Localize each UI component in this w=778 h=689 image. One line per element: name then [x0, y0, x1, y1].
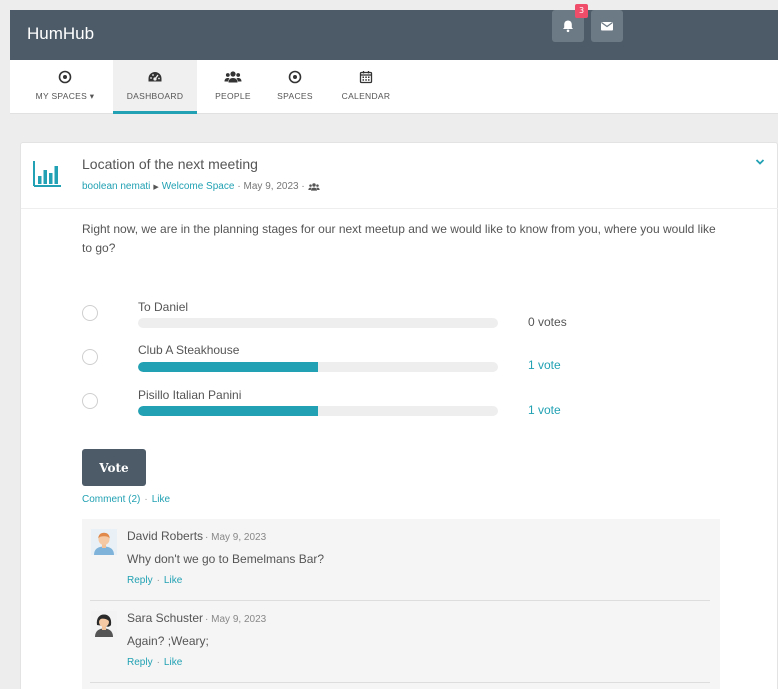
poll-option-label-2: Club A Steakhouse: [138, 343, 240, 357]
poll-option-votes-3[interactable]: 1 vote: [528, 403, 561, 417]
post-date: · May 9, 2023 ·: [237, 181, 305, 192]
comment-author-link[interactable]: Sara Schuster: [127, 611, 203, 625]
nav-dashboard[interactable]: DASHBOARD: [113, 60, 197, 114]
comment-author-link[interactable]: David Roberts: [127, 529, 203, 543]
like-link[interactable]: Like: [152, 494, 170, 505]
dot-circle-icon: [58, 70, 72, 84]
avatar[interactable]: [91, 529, 117, 555]
post-title[interactable]: Location of the next meeting: [82, 156, 258, 172]
post-header: Location of the next meeting boolean nem…: [21, 143, 778, 209]
poll-chart-icon: [33, 161, 61, 187]
messages-button[interactable]: [591, 10, 623, 42]
nav-calendar-label: CALENDAR: [341, 91, 391, 101]
comment-item: Sara Schuster · May 9, 2023 Again? ;Weary…: [82, 601, 720, 681]
comment-divider: [90, 682, 710, 683]
post-meta: boolean nemati ▶ Welcome Space · May 9, …: [82, 181, 320, 192]
comment-text: Why don't we go to Bemelmans Bar?: [127, 552, 325, 566]
envelope-icon: [601, 22, 613, 31]
poll-option-fill: [138, 362, 318, 372]
nav-dashboard-label: DASHBOARD: [126, 91, 184, 101]
nav-spaces[interactable]: SPACES: [266, 60, 324, 114]
vote-button[interactable]: Vote: [82, 449, 146, 486]
comment-actions: Reply · Like: [127, 657, 182, 668]
nav-calendar[interactable]: CALENDAR: [332, 60, 400, 114]
post-author-link[interactable]: boolean nemati: [82, 181, 150, 192]
caret-right-icon: ▶: [153, 183, 159, 191]
comment-text: Again? ;Weary;: [127, 634, 209, 648]
nav-my-spaces-label: MY SPACES: [35, 91, 88, 101]
post-description: Right now, we are in the planning stages…: [82, 222, 716, 255]
comment-like-link[interactable]: Like: [164, 575, 182, 586]
poll-option-radio-2[interactable]: [82, 349, 98, 365]
comment-author: Sara Schuster · May 9, 2023: [127, 611, 266, 625]
poll-option-votes-1: 0 votes: [528, 315, 567, 329]
poll-option-bar-3: [138, 406, 498, 416]
comment-date: · May 9, 2023: [205, 532, 267, 543]
nav-my-spaces[interactable]: MY SPACES ▾: [22, 60, 108, 114]
poll-option-radio-3[interactable]: [82, 393, 98, 409]
comment-link[interactable]: Comment (2): [82, 494, 140, 505]
dashboard-icon: [148, 72, 162, 82]
poll-option-bar-2: [138, 362, 498, 372]
reply-link[interactable]: Reply: [127, 575, 153, 586]
comments-section: David Roberts · May 9, 2023 Why don't we …: [82, 519, 720, 689]
people-visibility-icon: [308, 182, 320, 191]
comment-date: · May 9, 2023: [205, 614, 267, 625]
bell-icon: [563, 20, 573, 33]
main-nav: MY SPACES ▾ DASHBOARD PEOPLE SPACES CALE…: [10, 60, 778, 114]
dot-circle-icon: [288, 70, 302, 84]
comment-item: David Roberts · May 9, 2023 Why don't we …: [82, 519, 720, 599]
comment-author: David Roberts · May 9, 2023: [127, 529, 266, 543]
separator: ·: [144, 494, 148, 505]
brand-title[interactable]: HumHub: [27, 24, 94, 44]
top-bar: HumHub: [10, 10, 778, 60]
post-space-link[interactable]: Welcome Space: [162, 181, 235, 192]
calendar-icon: [359, 71, 373, 84]
separator: ·: [156, 575, 160, 586]
poll-post-card: Location of the next meeting boolean nem…: [20, 142, 778, 689]
notification-count-badge: 3: [575, 4, 588, 18]
poll-option-fill: [138, 406, 318, 416]
people-icon: [224, 71, 242, 83]
nav-spaces-label: SPACES: [277, 91, 313, 101]
poll-option-label-1: To Daniel: [138, 300, 189, 314]
poll-option-label-3: Pisillo Italian Panini: [138, 388, 242, 402]
poll-option-votes-2[interactable]: 1 vote: [528, 358, 561, 372]
nav-people[interactable]: PEOPLE: [204, 60, 262, 114]
poll-option-radio-1[interactable]: [82, 305, 98, 321]
separator: ·: [156, 657, 160, 668]
avatar[interactable]: [91, 611, 117, 637]
comment-actions: Reply · Like: [127, 575, 182, 586]
post-actions: Comment (2) · Like: [82, 494, 170, 505]
reply-link[interactable]: Reply: [127, 657, 153, 668]
poll-option-bar-1: [138, 318, 498, 328]
comment-like-link[interactable]: Like: [164, 657, 182, 668]
chevron-down-icon[interactable]: [755, 158, 765, 166]
nav-people-label: PEOPLE: [215, 91, 251, 101]
caret-down-icon: ▾: [89, 91, 95, 101]
